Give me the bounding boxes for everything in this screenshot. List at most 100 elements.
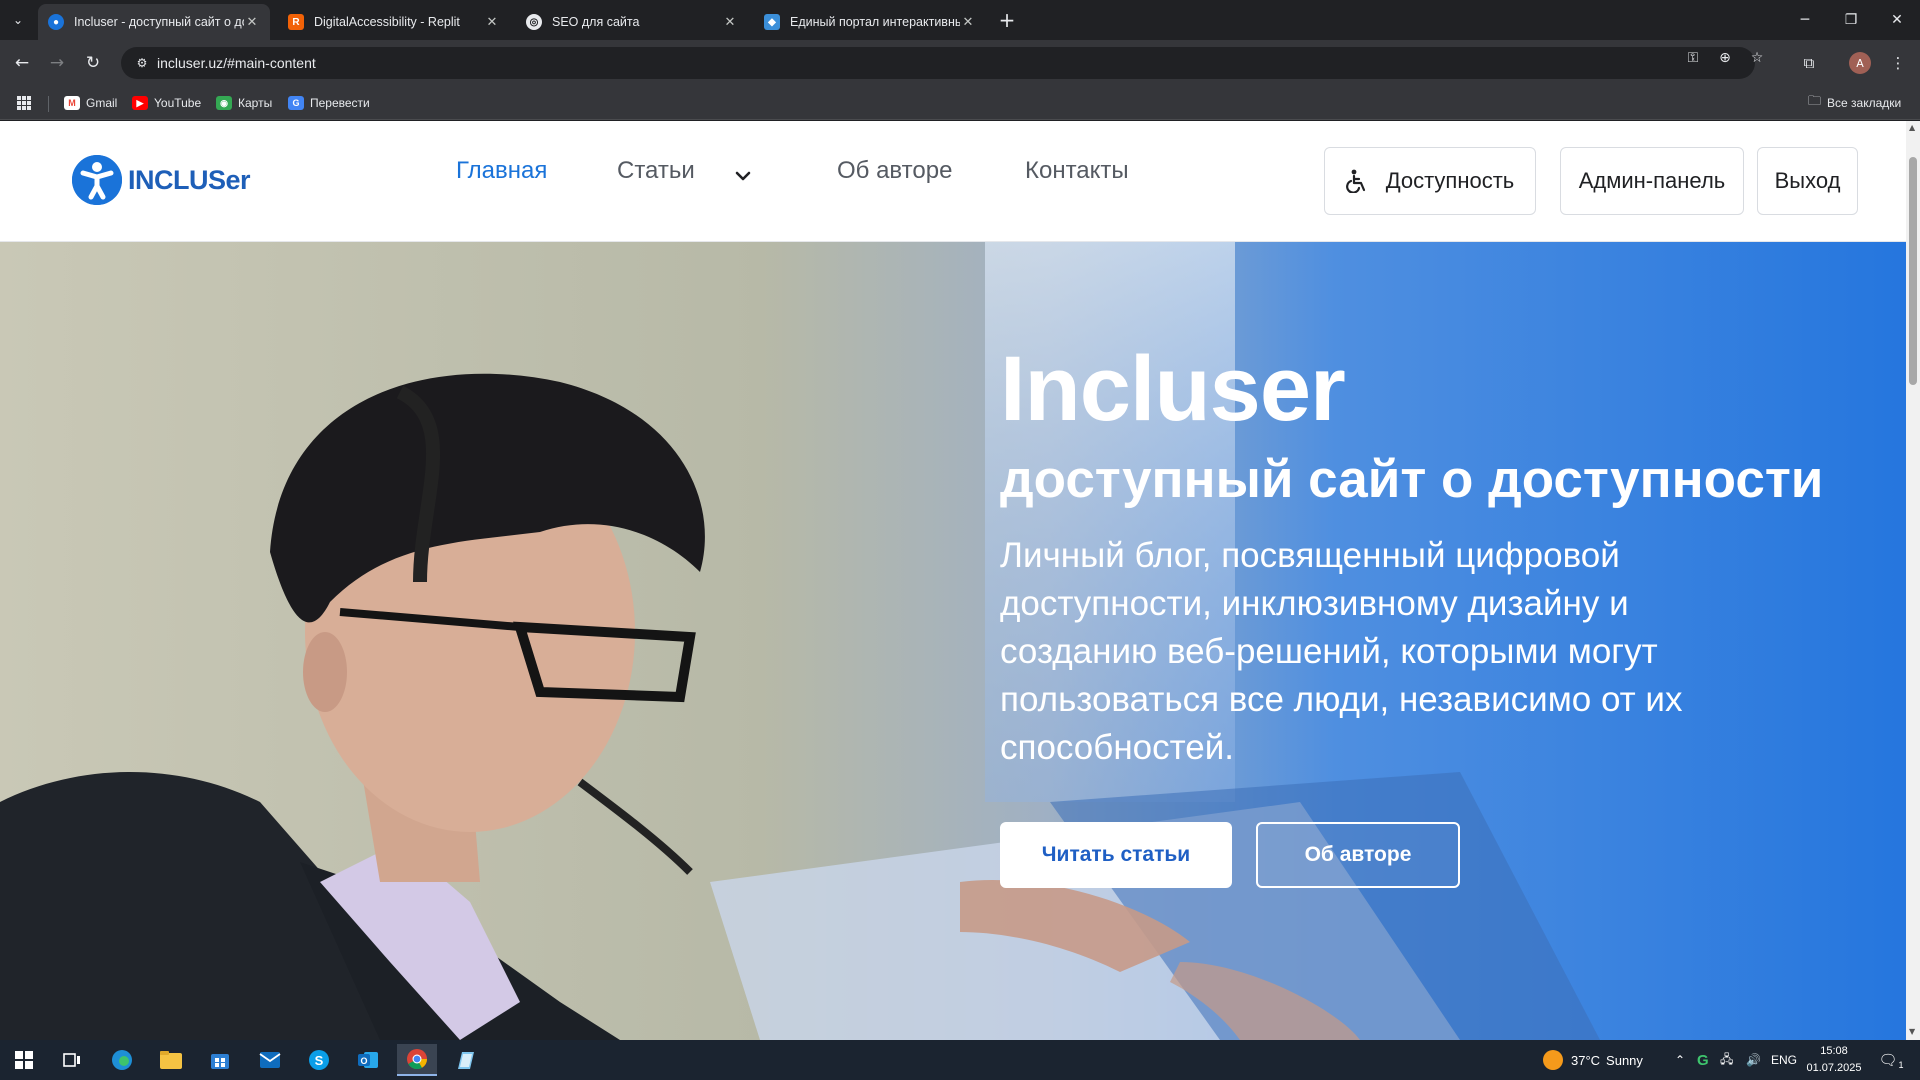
outlook-icon[interactable]: O <box>348 1044 388 1076</box>
bookmark-label: Перевести <box>310 96 370 110</box>
notepad-app-icon[interactable] <box>446 1044 486 1076</box>
bookmark-youtube[interactable]: ▶ YouTube <box>132 93 201 113</box>
maps-icon: ◉ <box>216 96 232 110</box>
reload-icon[interactable]: ↻ <box>80 50 106 76</box>
youtube-icon: ▶ <box>132 96 148 110</box>
back-arrow-icon[interactable]: ← <box>9 50 35 76</box>
bookmark-maps[interactable]: ◉ Карты <box>216 93 272 113</box>
tab-incluser[interactable]: ● Incluser - доступный сайт о до ✕ <box>38 4 270 40</box>
chrome-icon[interactable] <box>397 1044 437 1076</box>
restore-icon[interactable]: ❐ <box>1828 0 1874 40</box>
hero-subtitle: доступный сайт о доступности <box>1000 450 1824 509</box>
language-indicator[interactable]: ENG <box>1771 1040 1797 1080</box>
scrollbar-thumb[interactable] <box>1909 157 1917 385</box>
forward-arrow-icon[interactable]: → <box>44 50 70 76</box>
apps-grid-icon[interactable] <box>16 93 32 113</box>
window-close-icon[interactable]: ✕ <box>1874 0 1920 40</box>
profile-avatar[interactable]: A <box>1849 52 1871 74</box>
close-icon[interactable]: ✕ <box>722 14 738 30</box>
network-icon[interactable]: 🖧 <box>1720 1040 1733 1080</box>
tray-overflow-chevron-icon[interactable]: ⌃ <box>1675 1040 1685 1080</box>
chevron-down-icon[interactable] <box>732 165 754 187</box>
site-logo[interactable]: INCLUSer <box>72 155 251 205</box>
extensions-icon[interactable]: ⧉ <box>1796 50 1822 76</box>
clock[interactable]: 15:08 01.07.2025 <box>1806 1040 1862 1080</box>
about-author-button[interactable]: Об авторе <box>1256 822 1460 888</box>
sun-weather-icon <box>1543 1050 1563 1070</box>
gmail-icon: M <box>64 96 80 110</box>
volume-icon[interactable]: 🔊 <box>1746 1040 1761 1080</box>
clock-time: 15:08 <box>1820 1045 1848 1057</box>
all-bookmarks-label: Все закладки <box>1827 96 1902 110</box>
bookmarks-bar: M Gmail ▶ YouTube ◉ Карты G Перевести 🗀 … <box>0 86 1920 120</box>
notification-center-icon[interactable]: 🗨 1 <box>1875 1040 1907 1080</box>
menu-kebab-icon[interactable]: ⋮ <box>1885 50 1911 76</box>
hero-title: Incluser <box>1000 338 1346 440</box>
bookmark-label: Gmail <box>86 96 118 110</box>
tab-title: Единый портал интерактивны <box>790 15 960 29</box>
accessibility-person-logo-icon <box>72 155 122 205</box>
openai-favicon-icon: ◎ <box>526 14 542 30</box>
store-icon[interactable] <box>200 1044 240 1076</box>
bookmark-star-icon[interactable]: ☆ <box>1746 47 1768 69</box>
zoom-icon[interactable]: ⊕ <box>1714 47 1736 69</box>
accessibility-label: Доступность <box>1385 168 1515 193</box>
bookmark-translate[interactable]: G Перевести <box>288 93 370 113</box>
task-view-icon[interactable] <box>52 1044 92 1076</box>
chevron-down-icon: ⌄ <box>12 13 24 27</box>
address-bar[interactable]: ⚙ incluser.uz/#main-content <box>121 47 1755 79</box>
portal-favicon-icon: ◆ <box>764 14 780 30</box>
hero-section: Incluser доступный сайт о доступности Ли… <box>0 242 1906 1040</box>
tab-strip: ⌄ ● Incluser - доступный сайт о до ✕ R D… <box>0 0 1920 40</box>
mail-app-icon[interactable] <box>250 1044 290 1076</box>
notification-count: 1 <box>1898 1060 1904 1070</box>
nav-home[interactable]: Главная <box>456 157 547 185</box>
site-info-icon[interactable]: ⚙ <box>127 56 157 70</box>
logo-text: INCLUSer <box>128 164 251 195</box>
wheelchair-icon <box>1345 169 1368 193</box>
read-articles-button[interactable]: Читать статьи <box>1000 822 1232 888</box>
bookmark-label: YouTube <box>154 96 202 110</box>
bookmark-gmail[interactable]: M Gmail <box>64 93 117 113</box>
logout-button[interactable]: Выход <box>1757 147 1858 215</box>
nav-about[interactable]: Об авторе <box>837 157 952 185</box>
all-bookmarks[interactable]: 🗀 Все закладки <box>1808 93 1901 113</box>
tab-replit[interactable]: R DigitalAccessibility - Replit ✕ <box>278 4 510 40</box>
replit-favicon-icon: R <box>288 14 304 30</box>
weather-condition: Sunny <box>1606 1052 1643 1068</box>
nav-articles[interactable]: Статьи <box>617 157 695 185</box>
scroll-up-arrow-icon[interactable]: ▲ <box>1909 123 1915 132</box>
tab-title: SEO для сайта <box>552 15 640 29</box>
windows-taskbar: S O 37°C Sunny ⌃ G 🖧 🔊 ENG 15:08 01.07.2… <box>0 1040 1920 1080</box>
bookmark-label: Карты <box>238 96 273 110</box>
skype-icon[interactable]: S <box>299 1044 339 1076</box>
nav-contacts[interactable]: Контакты <box>1025 157 1129 185</box>
file-explorer-icon[interactable] <box>151 1044 191 1076</box>
windows-start-icon[interactable] <box>4 1044 44 1076</box>
close-icon[interactable]: ✕ <box>960 14 976 30</box>
minimize-icon[interactable]: ─ <box>1782 0 1828 40</box>
svg-text:O: O <box>360 1056 367 1066</box>
password-key-icon[interactable]: ⚿ <box>1682 47 1704 69</box>
weather-widget[interactable]: 37°C Sunny <box>1543 1040 1643 1080</box>
edge-browser-icon[interactable] <box>102 1044 142 1076</box>
page-scrollbar[interactable]: ▲ ▼ <box>1906 121 1920 1040</box>
clock-date: 01.07.2025 <box>1806 1062 1862 1074</box>
admin-panel-button[interactable]: Админ-панель <box>1560 147 1744 215</box>
tray-app-icon[interactable]: G <box>1697 1040 1709 1080</box>
new-tab-plus-icon[interactable]: + <box>995 8 1019 32</box>
tab-title: Incluser - доступный сайт о до <box>74 15 244 29</box>
translate-icon: G <box>288 96 304 110</box>
svg-text:S: S <box>315 1053 324 1068</box>
tab-seo[interactable]: ◎ SEO для сайта ✕ <box>516 4 748 40</box>
tab-search-button[interactable]: ⌄ <box>6 8 30 32</box>
accessibility-button[interactable]: Доступность <box>1324 147 1536 215</box>
bookmark-divider <box>48 96 49 112</box>
tab-portal[interactable]: ◆ Единый портал интерактивны ✕ <box>754 4 986 40</box>
web-page: INCLUSer Главная Статьи Об авторе Контак… <box>0 121 1906 1040</box>
close-icon[interactable]: ✕ <box>244 14 260 30</box>
incluser-favicon-icon: ● <box>48 14 64 30</box>
close-icon[interactable]: ✕ <box>484 14 500 30</box>
scroll-down-arrow-icon[interactable]: ▼ <box>1909 1027 1915 1036</box>
browser-toolbar: ← → ↻ ⚙ incluser.uz/#main-content ⚿ ⊕ ☆ … <box>0 40 1920 86</box>
